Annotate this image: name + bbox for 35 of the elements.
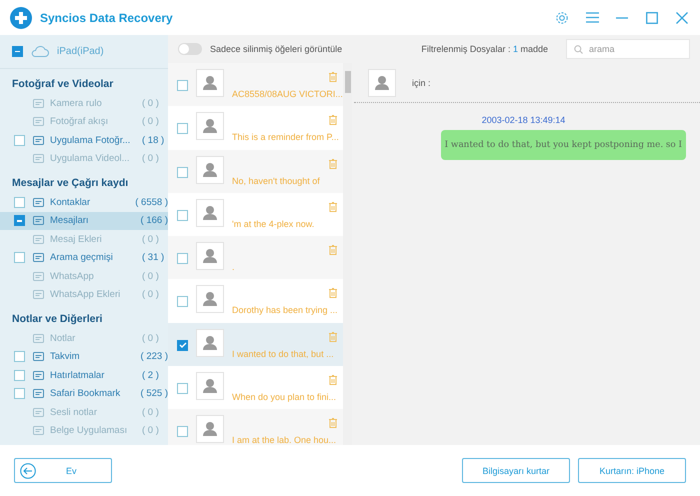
section-heading: Notlar ve Diğerleri	[11, 312, 104, 327]
message-preview: When do you plan to fini...	[232, 392, 336, 404]
recipient-label: için :	[412, 78, 431, 88]
toggle-label: Sadece silinmiş öğeleri görüntüle	[210, 44, 342, 54]
sidebar-item[interactable]: Safari Bookmark ( 525 )	[0, 384, 168, 403]
device-label[interactable]: iPad(iPad)	[57, 46, 104, 57]
message-preview: .	[232, 262, 236, 274]
home-button[interactable]: Ev	[14, 458, 112, 483]
message-row[interactable]: .	[168, 236, 343, 280]
sidebar-item[interactable]: Mesajları ( 166 )	[0, 212, 168, 230]
sidebar-item[interactable]: Kontaklar ( 6558 )	[0, 193, 168, 212]
sidebar-item[interactable]: Arama geçmişi ( 31 )	[0, 248, 168, 267]
message-bubble: I wanted to do that, but you kept postponing me. so I	[440, 130, 686, 160]
message-preview: Dorothy has been trying ...	[232, 305, 338, 316]
message-row[interactable]: AC8558/08AUG VICTORI...	[168, 63, 343, 106]
message-preview: I am at the lab. One hou...	[232, 435, 336, 445]
sidebar-item[interactable]: Uygulama Fotoğr... ( 18 )	[0, 131, 168, 150]
message-row[interactable]: I wanted to do that, but ...	[168, 322, 343, 366]
recover-button[interactable]: Bilgisayarı kurtar	[462, 458, 570, 483]
message-timestamp: 2003-02-18 13:49:14	[482, 115, 566, 125]
message-preview: AC8558/08AUG VICTORI...	[232, 89, 343, 100]
recover-button[interactable]: Kurtarın: iPhone	[578, 458, 686, 483]
message-preview: I wanted to do that, but ...	[232, 348, 335, 360]
message-row[interactable]: I am at the lab. One hou...	[168, 409, 343, 445]
message-row[interactable]: No, haven't thought of	[168, 150, 343, 193]
section-heading: Fotoğraf ve Videolar	[11, 77, 114, 92]
section-heading: Mesajlar ve Çağrı kaydı	[11, 176, 130, 191]
message-preview: This is a reminder from P...	[232, 132, 339, 144]
search-field[interactable]: arama	[566, 39, 690, 59]
sidebar-item[interactable]: Takvim ( 223 )	[0, 348, 168, 366]
filter-count: Filtrelenmiş Dosyalar : 1 madde	[421, 44, 548, 54]
sidebar-item[interactable]: Hatırlatmalar ( 2 )	[0, 366, 168, 384]
message-preview: 'm at the 4-plex now.	[232, 218, 316, 230]
window-title: Syncios Data Recovery	[40, 10, 173, 24]
message-preview: No, haven't thought of	[232, 176, 321, 187]
